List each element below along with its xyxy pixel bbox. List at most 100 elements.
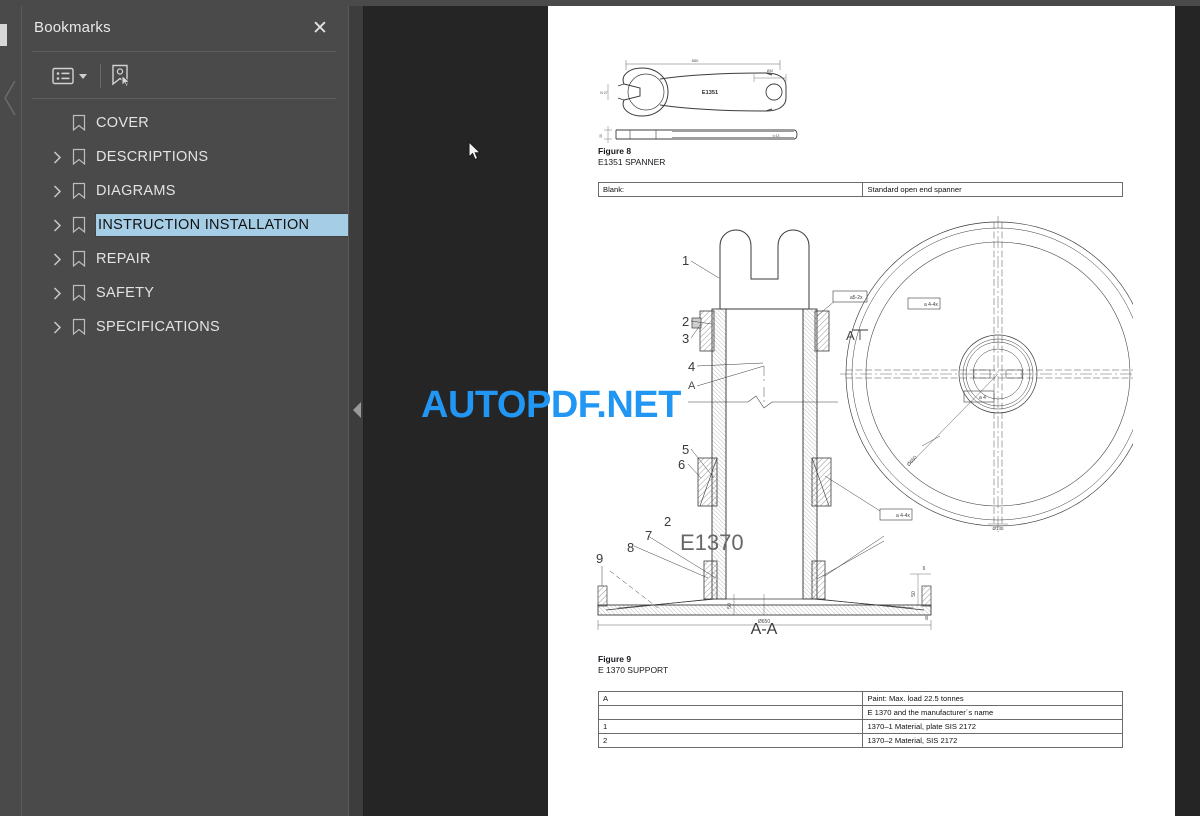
sidebar-item-label: SAFETY [96, 285, 155, 301]
table-cell-left: A [597, 691, 864, 706]
figure8-caption: Figure 8 E1351 SPANNER [598, 146, 665, 169]
pdf-page: 850 Ø32 N 27 E1351 t=13 20 Figure 8 E135… [548, 6, 1175, 816]
figure8-caption-title: Figure 8 [598, 146, 632, 156]
figure9-caption-title: Figure 9 [598, 654, 632, 664]
sidebar-item-label: SPECIFICATIONS [96, 319, 220, 335]
figure8-caption-subtitle: E1351 SPANNER [598, 157, 666, 168]
table-row: 2 1370–2 Material, SIS 2172 [597, 733, 1123, 748]
callout-5: 5 [682, 442, 689, 457]
svg-text:A: A [846, 328, 855, 343]
document-viewer[interactable]: 850 Ø32 N 27 E1351 t=13 20 Figure 8 E135… [364, 6, 1200, 816]
table-cell-right: Paint: Max. load 22.5 tonnes [862, 691, 1123, 706]
bookmark-icon [72, 318, 86, 336]
svg-text:20: 20 [599, 134, 603, 138]
svg-text:a5-2x: a5-2x [850, 295, 863, 301]
figure8-spanner-drawing: 850 Ø32 N 27 E1351 t=13 20 [599, 58, 798, 143]
bookmark-icon [72, 250, 86, 268]
svg-text:50: 50 [911, 591, 917, 597]
svg-text:a 4: a 4 [979, 395, 986, 401]
sidebar-item-cover[interactable]: COVER [22, 106, 348, 140]
new-bookmark-icon [112, 64, 131, 88]
table-cell-right: E 1370 and the manufacturer´s name [862, 705, 1123, 720]
bookmarks-panel: Bookmarks ✕ COVER DESCRIPTIONS DIAGRAMS … [22, 6, 421, 816]
svg-text:N 27: N 27 [600, 91, 607, 95]
svg-text:a 4-4x: a 4-4x [924, 302, 938, 308]
table-cell-left: Blank: [597, 182, 864, 197]
bookmark-tree: COVER DESCRIPTIONS DIAGRAMS INSTRUCTION INS… [22, 106, 421, 344]
chevron-down-icon [79, 73, 87, 79]
rail-tab-indicator[interactable] [0, 24, 7, 46]
navigation-rail [0, 6, 22, 816]
svg-text:E1351: E1351 [702, 90, 718, 96]
chevron-right-icon[interactable] [50, 150, 64, 164]
table-row: E 1370 and the manufacturer´s name [597, 705, 1123, 720]
table-cell-left: 1 [597, 719, 864, 734]
svg-text:6: 6 [923, 566, 926, 572]
table-row: A Paint: Max. load 22.5 tonnes [597, 691, 1123, 706]
table-cell-right: Standard open end spanner [862, 182, 1123, 197]
table-cell-right: 1370–2 Material, SIS 2172 [862, 733, 1123, 748]
list-options-icon [52, 67, 74, 85]
svg-text:50: 50 [727, 603, 733, 609]
toolbar-divider [32, 98, 336, 99]
callout-4: 4 [688, 359, 695, 374]
pdf-viewer-window: Bookmarks ✕ COVER DESCRIPTIONS DIAGRAMS … [0, 0, 1200, 816]
svg-text:E1370: E1370 [680, 530, 744, 555]
bookmarks-panel-header: Bookmarks ✕ [22, 6, 348, 52]
sidebar-item-repair[interactable]: REPAIR [22, 242, 348, 276]
sidebar-item-label: DESCRIPTIONS [96, 149, 209, 165]
svg-text:45: 45 [924, 615, 929, 621]
bookmark-icon [72, 284, 86, 302]
figure8-table: Blank: Standard open end spanner [597, 182, 1123, 197]
chevron-right-icon[interactable] [50, 252, 64, 266]
sidebar-item-label: DIAGRAMS [96, 183, 176, 199]
bookmarks-toolbar [22, 54, 348, 99]
figure9-caption: Figure 9 E 1370 SUPPORT [598, 654, 668, 677]
new-bookmark-button[interactable] [110, 62, 132, 90]
svg-text:850: 850 [692, 58, 699, 63]
bookmark-icon [72, 114, 86, 132]
sidebar-item-safety[interactable]: SAFETY [22, 276, 348, 310]
sidebar-item-specifications[interactable]: SPECIFICATIONS [22, 310, 348, 344]
panel-divider[interactable] [348, 6, 364, 816]
sidebar-item-descriptions[interactable]: DESCRIPTIONS [22, 140, 348, 174]
table-cell-left [597, 705, 864, 720]
callout-2b: 2 [664, 514, 671, 529]
figure9-caption-subtitle: E 1370 SUPPORT [598, 665, 669, 676]
chevron-right-icon[interactable] [50, 184, 64, 198]
table-cell-left: 2 [597, 733, 864, 748]
svg-text:a 4-4x: a 4-4x [896, 513, 910, 519]
panel-title: Bookmarks [34, 19, 111, 36]
bookmark-options-button[interactable] [52, 62, 87, 90]
sidebar-item-instruction-installation[interactable]: INSTRUCTION INSTALLATION [22, 208, 421, 242]
bookmark-icon [72, 182, 86, 200]
header-divider [32, 51, 336, 52]
svg-text:A: A [688, 380, 696, 392]
collapse-left-triangle-icon[interactable] [353, 402, 361, 418]
table-cell-right: 1370–1 Material, plate SIS 2172 [862, 719, 1123, 734]
chevron-right-icon[interactable] [50, 218, 64, 232]
callout-1: 1 [682, 253, 689, 268]
rail-chevron-icon[interactable] [3, 80, 17, 116]
close-icon[interactable]: ✕ [308, 16, 332, 40]
callout-6: 6 [678, 457, 685, 472]
toolbar-separator [100, 64, 101, 88]
callout-9: 9 [596, 551, 603, 566]
callout-2: 2 [682, 314, 689, 329]
sidebar-item-label: COVER [96, 115, 150, 131]
chevron-right-icon[interactable] [50, 320, 64, 334]
svg-text:t=13: t=13 [773, 134, 780, 138]
table-row: Blank: Standard open end spanner [597, 182, 1123, 197]
sidebar-item-label: REPAIR [96, 251, 151, 267]
callout-7: 7 [645, 528, 652, 543]
svg-text:Ø650: Ø650 [758, 619, 770, 625]
table-row: 1 1370–1 Material, plate SIS 2172 [597, 719, 1123, 734]
svg-text:Ø650: Ø650 [906, 455, 919, 468]
sidebar-item-diagrams[interactable]: DIAGRAMS [22, 174, 348, 208]
bookmark-icon [72, 216, 86, 234]
chevron-right-icon[interactable] [50, 286, 64, 300]
svg-text:Ø145: Ø145 [992, 526, 1004, 531]
figure9-support-drawing: 1 2 3 4 5 6 7 8 9 2 A A A-A Ø650 50 50 6… [596, 216, 1133, 638]
svg-text:Ø32: Ø32 [767, 69, 774, 73]
callout-8: 8 [627, 540, 634, 555]
